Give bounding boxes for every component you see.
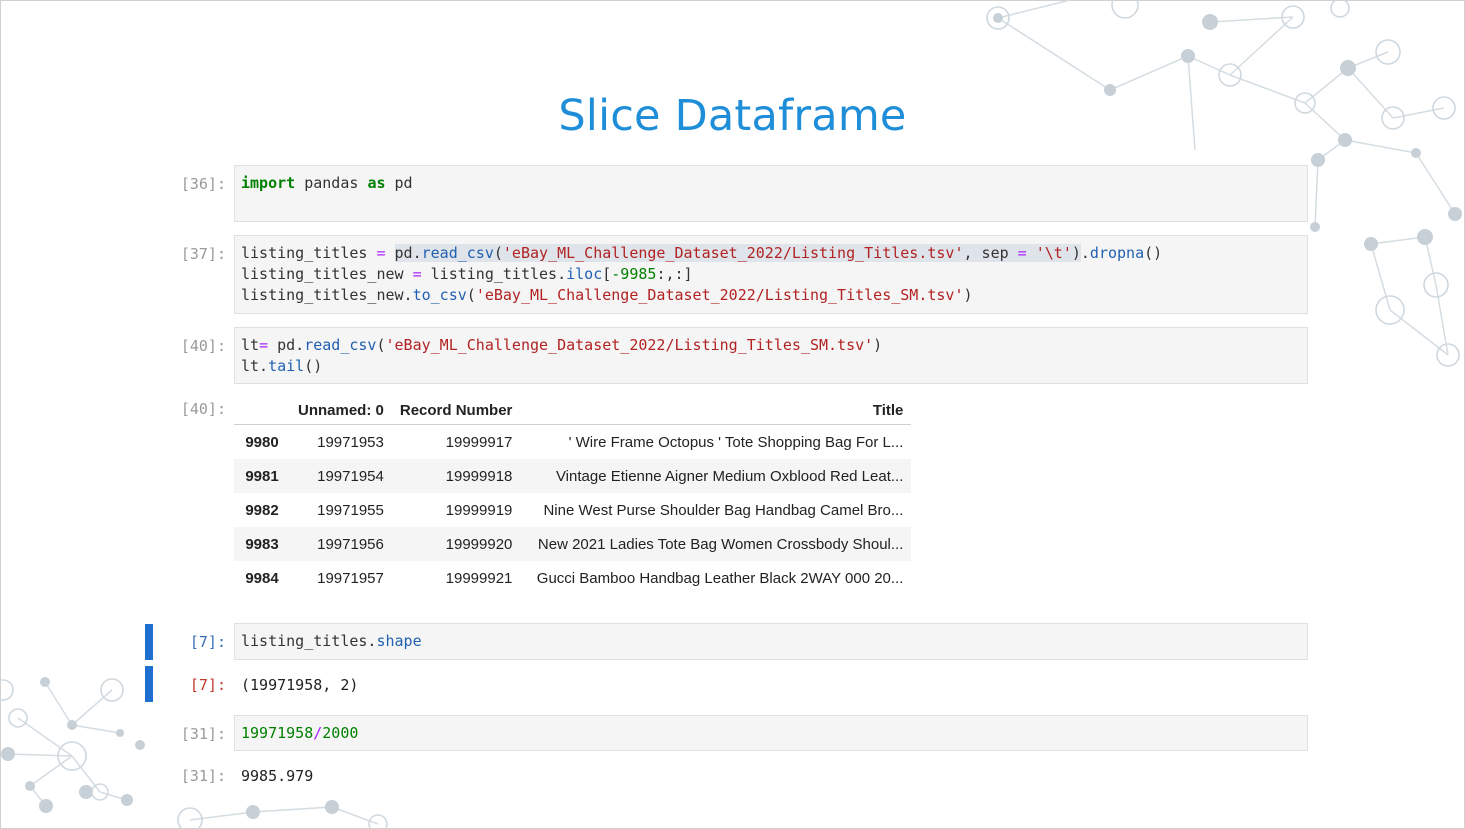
cell-title: Gucci Bamboo Handbag Leather Black 2WAY … [536,569,904,587]
table-header-unnamed: Unnamed: 0 [290,396,392,425]
cell-36-code: import pandas as pd [241,174,413,192]
cell-7-out-prompt: [7]: [189,676,226,694]
table-row: 9983 19971956 19999920 New 2021 Ladies T… [234,527,912,561]
cell-31-input[interactable] [234,715,1308,751]
cell-7-in-prompt: [7]: [189,633,226,651]
table-header-record-number: Record Number [391,396,521,425]
cell-31-out-prompt: [31]: [180,767,226,785]
cell-40-code: lt= pd.read_csv('eBay_ML_Challenge_Datas… [241,336,883,375]
cell-31-output: 9985.979 [241,767,314,785]
cell-31-code: 19971958/2000 [241,724,359,742]
cell-unnamed: 19971954 [290,459,392,493]
table-row: 9982 19971955 19999919 Nine West Purse S… [234,493,911,527]
cell-7-output: (19971958, 2) [241,676,359,694]
row-index: 9980 [245,433,279,451]
cell-40-in-prompt: [40]: [180,337,226,355]
cell-title: Nine West Purse Shoulder Bag Handbag Cam… [543,501,904,519]
row-index: 9981 [234,459,290,493]
table-row: 9984 19971957 19999921 Gucci Bamboo Hand… [234,561,911,595]
dataframe-output: Unnamed: 0 Record Number Title 9980 1997… [234,396,912,595]
cell-unnamed: 19971956 [290,527,392,561]
cell-record-number: 19999921 [445,569,513,587]
row-index: 9982 [245,501,279,519]
table-header-row: Unnamed: 0 Record Number Title [234,396,912,425]
cell-40-out-prompt: [40]: [180,400,226,418]
row-index: 9983 [234,527,290,561]
cell-title: ' Wire Frame Octopus ' Tote Shopping Bag… [568,433,904,451]
cell-title: Vintage Etienne Aigner Medium Oxblood Re… [520,459,912,493]
cell-37-in-prompt: [37]: [180,245,226,263]
cell-unnamed: 19971955 [317,501,384,519]
table-row: 9980 19971953 19999917 ' Wire Frame Octo… [234,425,911,460]
cell-unnamed: 19971953 [317,433,384,451]
cell-record-number: 19999920 [391,527,521,561]
slide-title: Slice Dataframe [558,90,907,141]
cell-record-number: 19999917 [445,433,513,451]
cell-record-number: 19999919 [445,501,513,519]
table-row: 9981 19971954 19999918 Vintage Etienne A… [234,459,912,493]
table-header-index [234,396,290,425]
row-index: 9984 [245,569,279,587]
cell-7-code: listing_titles.shape [241,632,422,650]
table-header-title: Title [520,396,912,425]
cell-record-number: 19999918 [391,459,521,493]
cell-7-output-selection-bar [145,666,153,702]
cell-31-in-prompt: [31]: [180,725,226,743]
cell-title: New 2021 Ladies Tote Bag Women Crossbody… [520,527,912,561]
cell-7-selection-bar [145,624,153,660]
cell-unnamed: 19971957 [317,569,384,587]
cell-36-in-prompt: [36]: [180,175,226,193]
cell-37-code: listing_titles = pd.read_csv('eBay_ML_Ch… [241,244,1163,304]
